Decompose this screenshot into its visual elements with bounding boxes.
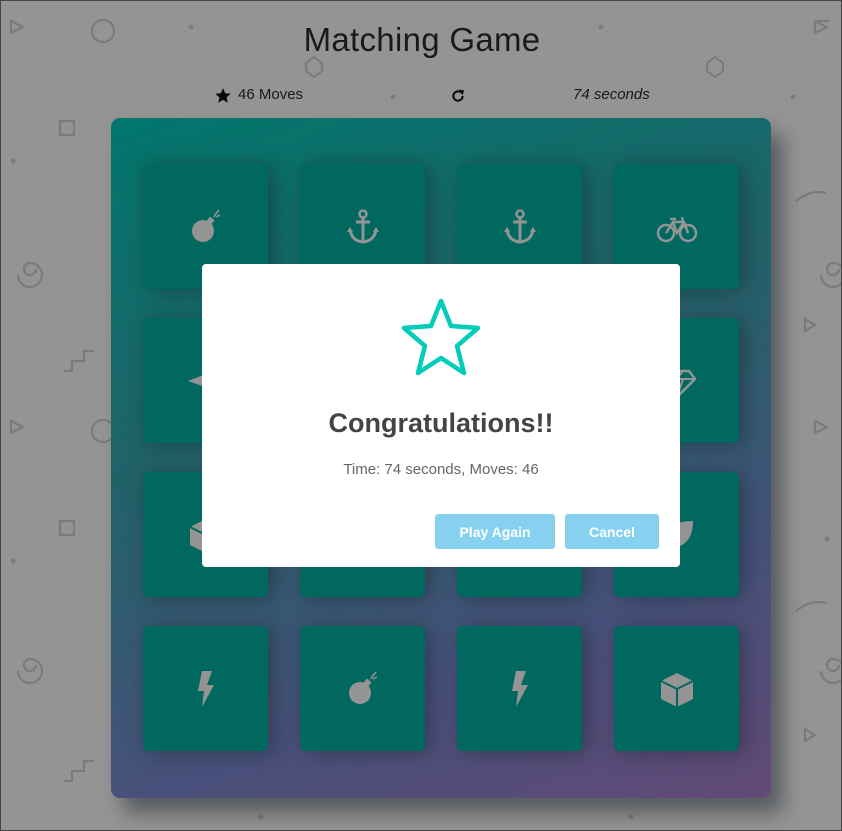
congratulations-modal: Congratulations!! Time: 74 seconds, Move… <box>202 264 680 567</box>
modal-stats: Time: 74 seconds, Moves: 46 <box>343 461 539 478</box>
star-outline-icon <box>401 298 481 376</box>
cancel-button[interactable]: Cancel <box>565 514 659 549</box>
game-page: Matching Game 46 Moves 74 seconds Congra… <box>0 0 842 831</box>
modal-title: Congratulations!! <box>328 408 554 438</box>
play-again-button[interactable]: Play Again <box>435 514 555 549</box>
